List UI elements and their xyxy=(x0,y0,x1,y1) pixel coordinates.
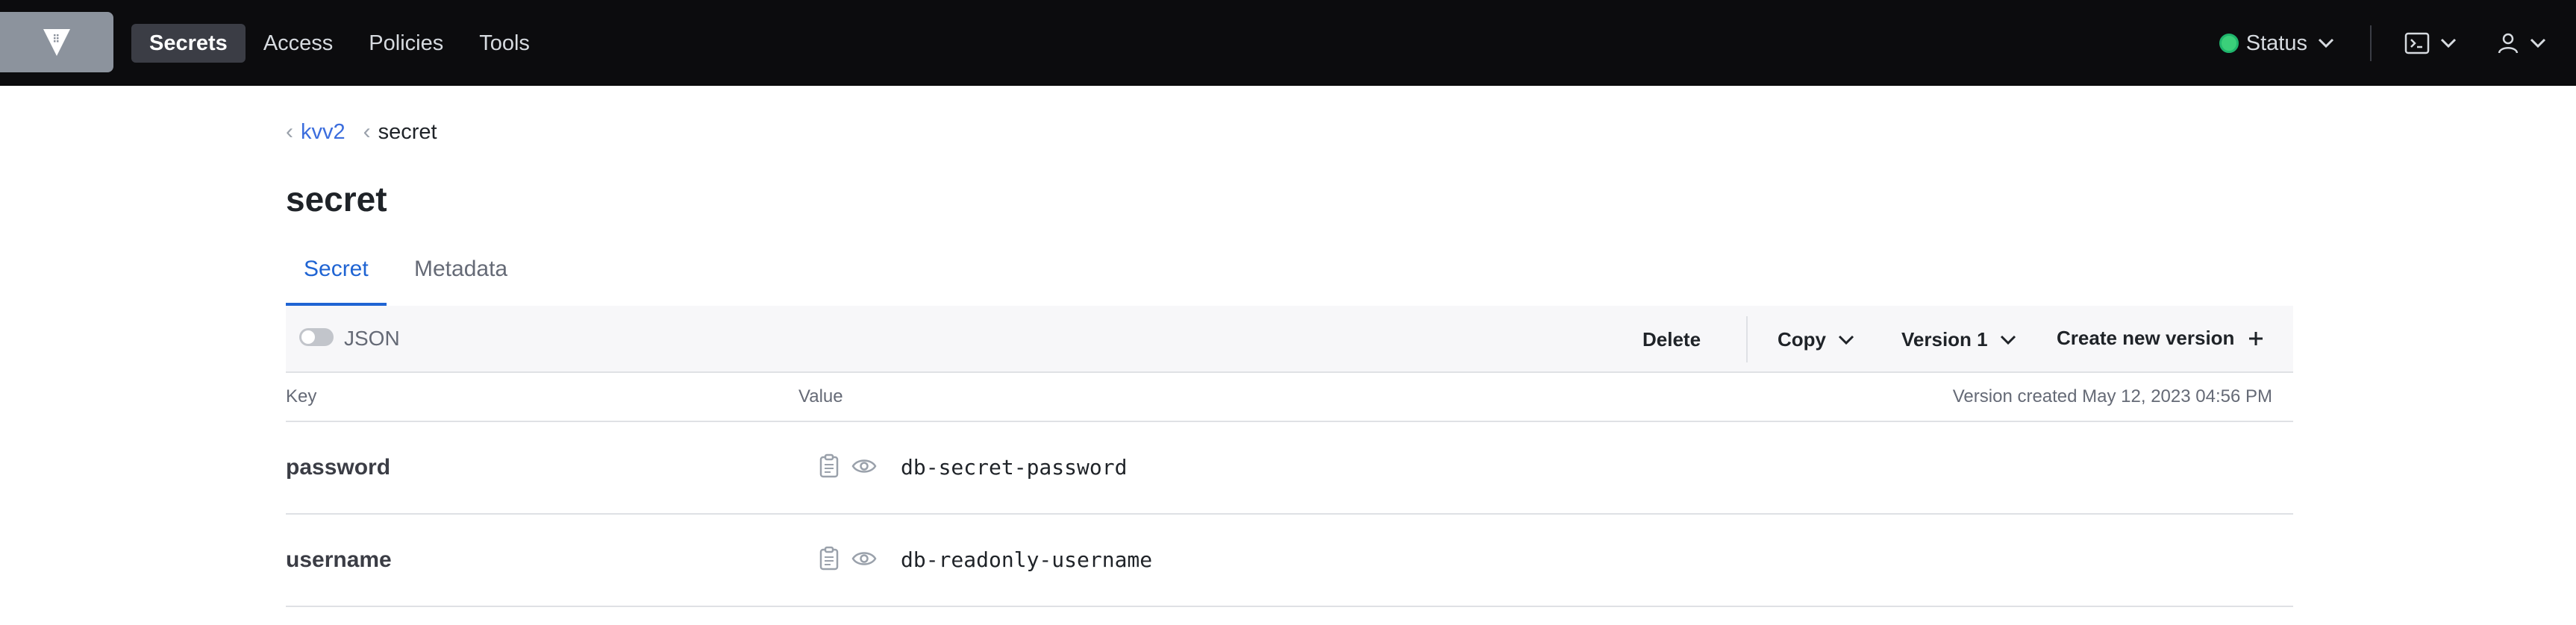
console-menu-button[interactable] xyxy=(2404,32,2457,54)
value-column-header: Value xyxy=(798,386,843,406)
secret-value: db-secret-password xyxy=(901,455,1128,480)
status-label: Status xyxy=(2245,31,2307,55)
secret-toolbar: JSON Delete Copy Version 1 Create new ve… xyxy=(286,306,2293,373)
secret-key: username xyxy=(286,547,392,572)
json-toggle[interactable] xyxy=(299,328,334,346)
secret-table-header: Key Value Version created May 12, 2023 0… xyxy=(286,371,2293,422)
row-actions xyxy=(819,453,877,479)
plus-icon xyxy=(2249,331,2263,345)
nav-link-policies[interactable]: Policies xyxy=(351,24,461,63)
json-toggle-label: JSON xyxy=(344,327,400,350)
copy-clipboard-icon[interactable] xyxy=(819,546,841,571)
vault-logo-icon xyxy=(43,28,70,56)
copy-button-label: Copy xyxy=(1778,328,1826,351)
nav-link-access[interactable]: Access xyxy=(246,24,351,63)
user-icon xyxy=(2498,33,2519,54)
nav-right-controls: Status xyxy=(2219,22,2546,64)
chevron-down-icon xyxy=(1838,335,1854,345)
row-actions xyxy=(819,546,877,571)
top-navigation-bar: Secrets Access Policies Tools Status xyxy=(0,0,2576,86)
key-column-header: Key xyxy=(286,386,317,406)
main-nav-links: Secrets Access Policies Tools xyxy=(131,24,548,63)
chevron-left-icon: ‹ xyxy=(286,119,293,144)
version-button-label: Version 1 xyxy=(1901,328,1988,351)
nav-link-tools[interactable]: Tools xyxy=(461,24,548,63)
tab-metadata[interactable]: Metadata xyxy=(405,257,516,304)
eye-icon[interactable] xyxy=(851,457,877,475)
tab-secret[interactable]: Secret xyxy=(286,257,387,306)
secret-tabs: Secret Metadata xyxy=(286,249,2293,307)
secret-value: db-readonly-username xyxy=(901,547,1153,572)
chevron-down-icon xyxy=(2440,38,2457,48)
secret-key: password xyxy=(286,455,391,480)
status-ok-icon xyxy=(2219,34,2239,53)
toolbar-divider xyxy=(1746,316,1748,362)
eye-icon[interactable] xyxy=(851,550,877,568)
page-title: secret xyxy=(286,180,387,219)
vault-logo-button[interactable] xyxy=(0,12,113,72)
chevron-down-icon xyxy=(2000,335,2016,345)
chevron-left-icon: ‹ xyxy=(363,119,371,144)
version-created-info: Version created May 12, 2023 04:56 PM xyxy=(1952,386,2272,406)
table-row: password db-secret-password xyxy=(286,422,2293,515)
delete-button[interactable]: Delete xyxy=(1642,328,1701,351)
breadcrumb: ‹ kvv2 ‹ secret xyxy=(286,119,437,145)
table-row: username db-readonly-username xyxy=(286,515,2293,607)
create-version-label: Create new version xyxy=(2057,327,2235,349)
chevron-down-icon xyxy=(2530,38,2546,48)
status-menu-button[interactable]: Status xyxy=(2219,31,2334,56)
nav-link-secrets[interactable]: Secrets xyxy=(131,24,246,63)
breadcrumb-current: secret xyxy=(378,119,437,144)
terminal-icon xyxy=(2404,32,2430,54)
user-menu-button[interactable] xyxy=(2497,32,2546,54)
chevron-down-icon xyxy=(2318,38,2334,48)
version-dropdown-button[interactable]: Version 1 xyxy=(1901,328,2016,351)
copy-dropdown-button[interactable]: Copy xyxy=(1778,328,1854,351)
nav-divider xyxy=(2370,25,2372,61)
breadcrumb-link-kvv2[interactable]: kvv2 xyxy=(301,120,346,145)
copy-clipboard-icon[interactable] xyxy=(819,453,841,479)
delete-button-label: Delete xyxy=(1642,328,1701,351)
create-new-version-button[interactable]: Create new version xyxy=(2057,327,2264,350)
